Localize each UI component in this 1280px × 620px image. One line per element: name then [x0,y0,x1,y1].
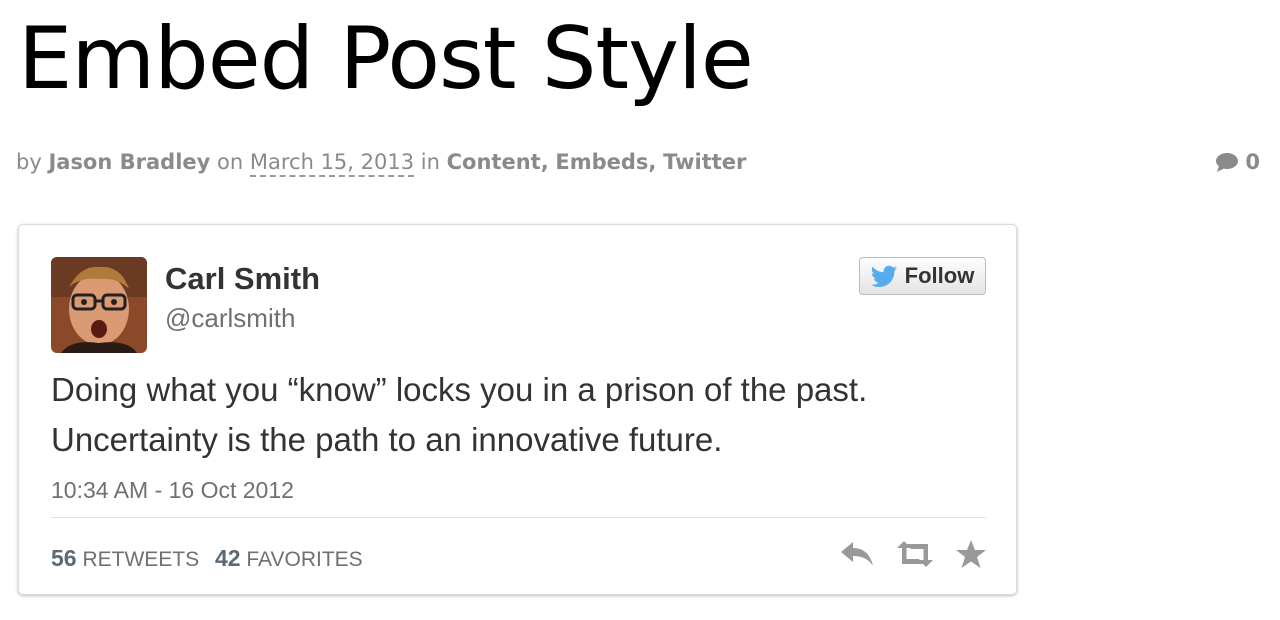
tweet-text: Doing what you “know” locks you in a pri… [51,371,868,458]
comments-link[interactable]: 0 [1215,150,1260,174]
category-link-content[interactable]: Content [447,150,541,174]
reply-icon[interactable] [839,539,875,569]
divider [51,517,986,518]
category-link-twitter[interactable]: Twitter [663,150,746,174]
post-date-link[interactable]: March 15, 2013 [249,150,415,177]
retweets-count[interactable]: 56 [51,545,77,571]
tweet-stats: 56 RETWEETS 42 FAVORITES [51,545,363,572]
tweet-author-handle[interactable]: @carlsmith [165,303,295,334]
follow-label: Follow [904,263,975,288]
author-link[interactable]: Jason Bradley [48,150,210,174]
in-label: in [420,150,440,174]
speech-bubble-icon [1216,153,1239,172]
avatar[interactable] [51,257,147,353]
favorites-count[interactable]: 42 [215,545,241,571]
on-label: on [217,150,244,174]
category-link-embeds[interactable]: Embeds [555,150,648,174]
follow-button[interactable]: Follow [859,257,986,295]
twitter-bird-icon [870,265,897,287]
post-meta: by Jason Bradley on March 15, 2013 in Co… [16,150,746,177]
tweet-actions [839,539,987,569]
retweet-icon[interactable] [895,540,935,568]
embedded-tweet: Carl Smith @carlsmith Follow Doing what … [18,224,1017,595]
star-icon[interactable] [955,539,987,569]
retweets-label[interactable]: RETWEETS [82,548,199,571]
favorites-label[interactable]: FAVORITES [246,548,362,571]
post-title: Embed Post Style [18,9,754,109]
tweet-timestamp[interactable]: 10:34 AM - 16 Oct 2012 [51,477,294,504]
comment-count: 0 [1245,150,1260,174]
by-label: by [16,150,42,174]
tweet-author-name[interactable]: Carl Smith [165,261,320,297]
